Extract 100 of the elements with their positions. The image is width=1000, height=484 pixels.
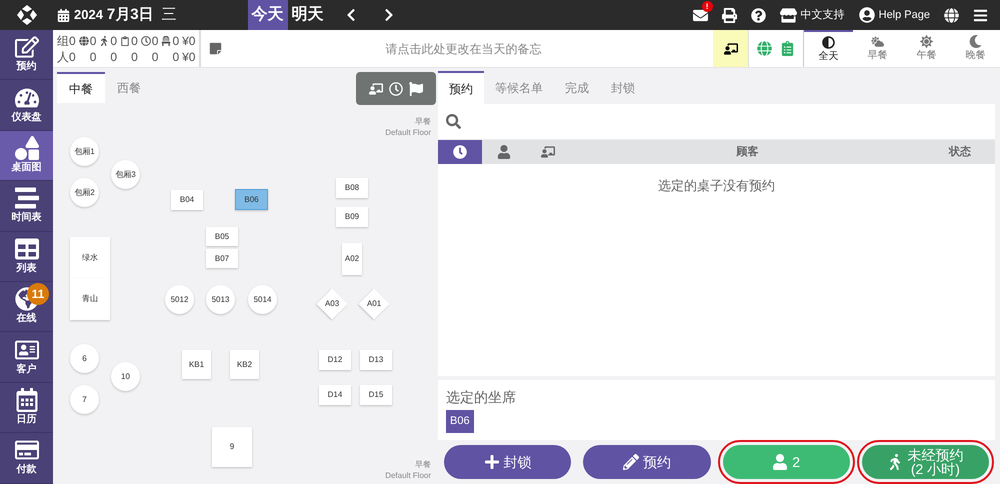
store-icon xyxy=(780,6,797,24)
clock-button[interactable] xyxy=(389,82,403,96)
table-shape[interactable]: 包厢3 xyxy=(111,160,140,189)
action-button[interactable]: 封锁 xyxy=(444,445,572,479)
table-shape[interactable]: A01 xyxy=(358,288,390,320)
table-shape[interactable]: D15 xyxy=(360,385,392,405)
action-button[interactable]: 预约 xyxy=(583,445,710,479)
meal-tab[interactable]: 午餐 xyxy=(902,30,951,67)
floor-caption: Default Floor xyxy=(385,470,431,481)
memo-field[interactable]: 请点击此处更改在当天的备忘 xyxy=(222,40,705,58)
contact-card-icon xyxy=(14,338,38,362)
list-tab[interactable]: 预约 xyxy=(438,71,484,104)
table-shape[interactable]: 7 xyxy=(70,385,99,414)
table-label: D14 xyxy=(328,389,342,401)
table-shape[interactable]: 5014 xyxy=(248,285,277,314)
clipboard-button[interactable] xyxy=(780,41,795,56)
person-icon xyxy=(772,454,788,470)
help-button[interactable] xyxy=(750,8,766,22)
sidebar-item[interactable]: 时间表 xyxy=(0,181,53,232)
meal-tab[interactable]: 早餐 xyxy=(853,30,902,67)
table-label: 6 xyxy=(82,352,87,364)
table-shape[interactable]: B07 xyxy=(206,249,238,268)
sidebar-item[interactable]: 仪表盘 xyxy=(0,80,53,131)
sidebar-item[interactable]: 客户 xyxy=(0,332,53,383)
table-shape[interactable]: A03 xyxy=(316,288,348,320)
table-shape[interactable]: B08 xyxy=(336,178,368,198)
table-shape[interactable]: 6 xyxy=(70,344,99,373)
table-shape[interactable]: B04 xyxy=(171,190,203,210)
menu-icon xyxy=(973,8,988,22)
envelope-icon xyxy=(692,8,708,22)
table-label: 绿水 xyxy=(82,252,98,264)
sun-cloud-icon xyxy=(871,34,884,48)
table-shape[interactable]: KB2 xyxy=(230,350,259,379)
support-link[interactable]: 中文支持 xyxy=(780,6,845,24)
table-label: B05 xyxy=(214,230,230,242)
table-label: 5012 xyxy=(170,294,188,306)
meal-tab[interactable]: 全天 xyxy=(804,30,853,67)
globe-icon xyxy=(757,41,772,56)
stat-value: 0 xyxy=(88,48,96,64)
pencil-icon xyxy=(622,454,639,470)
column-header[interactable]: 顾客 xyxy=(570,140,925,164)
mail-button[interactable] xyxy=(692,8,708,22)
table-shape[interactable]: 包厢1 xyxy=(70,137,99,166)
table-label: 青山 xyxy=(82,293,98,305)
sort-button[interactable] xyxy=(438,140,482,164)
language-button[interactable] xyxy=(944,8,959,22)
table-shape[interactable]: D13 xyxy=(360,350,392,370)
clock-icon xyxy=(453,145,467,159)
table-shape[interactable]: KB1 xyxy=(182,350,211,379)
presentation-button[interactable] xyxy=(713,30,749,67)
table-shape[interactable]: B05 xyxy=(206,227,238,246)
table-label: D13 xyxy=(368,354,384,366)
table-shape[interactable]: D14 xyxy=(319,385,351,405)
printer-icon xyxy=(722,8,737,22)
table-shape[interactable]: 9 xyxy=(212,427,252,467)
sidebar-item[interactable]: 付款 xyxy=(0,433,53,484)
stat-value: 0 xyxy=(152,32,158,48)
table-shape[interactable]: B06 xyxy=(235,189,268,210)
table-label: A03 xyxy=(324,298,340,310)
sidebar-item[interactable]: 日历 xyxy=(0,382,53,434)
table-label: D12 xyxy=(328,354,342,366)
table-shape[interactable]: 10 xyxy=(111,362,140,391)
table-shape[interactable]: 5013 xyxy=(206,285,235,314)
year-text: 2024 xyxy=(74,6,103,24)
table-shape[interactable]: 包厢2 xyxy=(70,178,99,207)
flag-button[interactable] xyxy=(409,82,423,96)
day-tab[interactable]: 今天 xyxy=(248,0,288,30)
floor-tab[interactable]: 中餐 xyxy=(57,72,105,103)
print-button[interactable] xyxy=(722,8,737,22)
flag-icon xyxy=(409,82,423,96)
table-label: B06 xyxy=(244,194,259,206)
help-page-link[interactable]: Help Page xyxy=(858,6,930,24)
globe-button[interactable] xyxy=(757,41,772,56)
sidebar-item[interactable]: 桌面图 xyxy=(0,130,53,182)
globe-icon xyxy=(944,8,959,22)
calendar-icon xyxy=(57,8,70,22)
sidebar-item[interactable]: 在线 11 xyxy=(0,282,53,332)
table-shape[interactable]: 5012 xyxy=(165,285,194,314)
table-label: KB2 xyxy=(236,358,252,370)
table-shape[interactable]: A02 xyxy=(342,243,362,275)
menu-button[interactable] xyxy=(973,8,988,22)
stat-value: 0 xyxy=(171,48,180,64)
table-shape[interactable]: 绿水 xyxy=(70,237,110,278)
meal-tab[interactable]: 晚餐 xyxy=(951,30,1000,67)
table-label: 5014 xyxy=(254,294,272,306)
table-shape[interactable]: D12 xyxy=(319,350,351,370)
globe-icon xyxy=(78,36,89,46)
table-label: KB1 xyxy=(188,358,204,370)
column-header[interactable]: 状态 xyxy=(925,140,995,164)
table-label: 包厢3 xyxy=(115,168,136,180)
table-shape[interactable]: 青山 xyxy=(70,278,110,320)
sidebar-item[interactable]: 列表 xyxy=(0,232,53,282)
moon-icon xyxy=(969,34,982,48)
shapes-icon xyxy=(14,136,38,160)
clipboard-icon xyxy=(780,41,795,56)
meal-caption: 早餐 xyxy=(415,116,431,127)
day-tab[interactable]: 明天 xyxy=(288,0,328,30)
seat-chip: B06 xyxy=(446,410,474,432)
table-shape[interactable]: B09 xyxy=(336,207,368,227)
table-label: 7 xyxy=(82,394,87,406)
